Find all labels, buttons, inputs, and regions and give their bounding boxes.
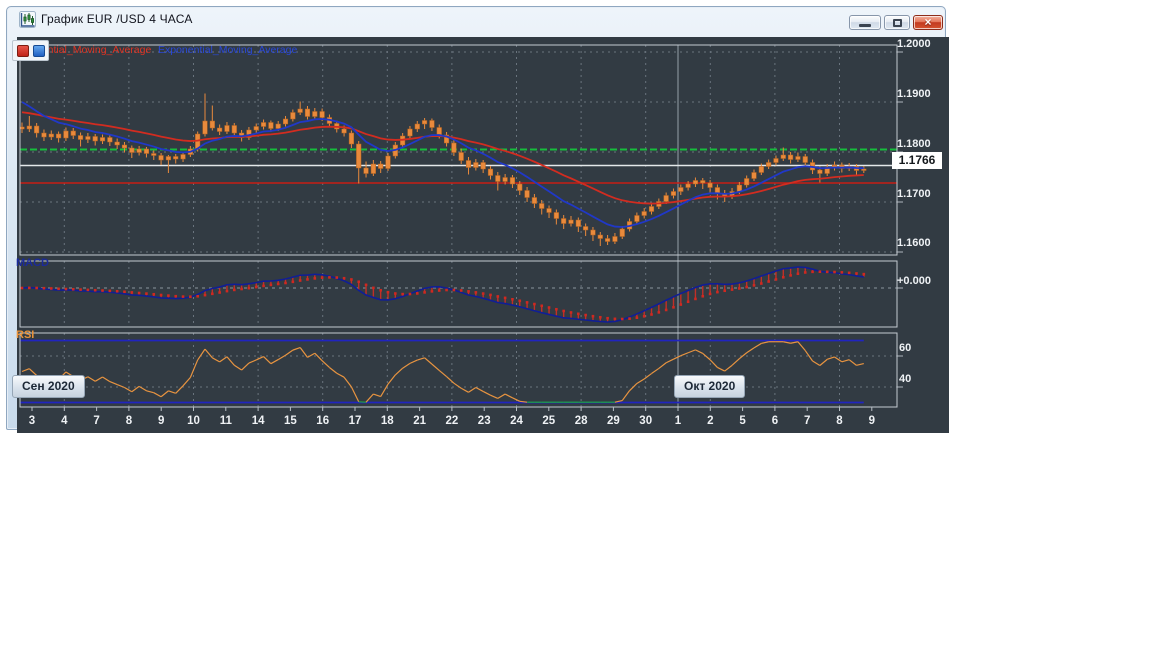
- x-tick-label: 28: [575, 415, 588, 427]
- x-tick-label: 5: [739, 415, 746, 427]
- price-tick-label: 1.2000: [897, 38, 931, 50]
- macd-line: [21, 266, 864, 323]
- x-tick-label: 7: [93, 415, 99, 427]
- x-tick-label: 29: [607, 415, 620, 427]
- legend-ema-blue-label: Exponential_Moving_Average: [158, 44, 298, 56]
- price-tick-label: 1.1700: [897, 188, 931, 200]
- x-tick-label: 30: [639, 415, 652, 427]
- price-tick-label: 1.1800: [897, 138, 931, 150]
- x-tick-label: 18: [381, 415, 394, 427]
- time-axis[interactable]: 3 4 7 8 9 10 11 14 15 16 17 18 21 22 23 24 25 28 29 30 1 2 5 6 7…: [29, 407, 875, 427]
- price-chart-svg[interactable]: 3 4 7 8 9 10 11 14 15 16 17 18 21 22 23 24 25 28 29 30 1 2 5 6 7…: [17, 37, 949, 433]
- x-tick-label: 16: [316, 415, 329, 427]
- month-button-october[interactable]: Окт 2020: [674, 375, 746, 398]
- x-tick-label: 9: [869, 415, 875, 427]
- price-tick-label: 1.1900: [897, 88, 931, 100]
- legend-swatch-blue-icon[interactable]: [33, 45, 45, 57]
- current-price-badge: 1.1766: [892, 152, 942, 169]
- x-tick-label: 22: [446, 415, 459, 427]
- x-tick-label: 6: [772, 415, 778, 427]
- minimize-button[interactable]: [849, 15, 881, 30]
- close-button[interactable]: ×: [913, 15, 943, 30]
- panel-border: [19, 332, 898, 408]
- window-title: График EUR /USD 4 ЧАСА: [41, 12, 193, 26]
- rsi-panel-label: RSI: [16, 329, 35, 341]
- ema-fast-line: [21, 101, 864, 228]
- legend-swatch-red-icon[interactable]: [17, 45, 29, 57]
- macd-histogram: [21, 267, 865, 322]
- x-tick-label: 9: [158, 415, 164, 427]
- x-tick-label: 23: [478, 415, 491, 427]
- macd-signal-dots: [20, 270, 866, 321]
- window: График EUR /USD 4 ЧАСА × 3 4 7 8 9 10 11 14 15 16…: [6, 6, 949, 433]
- x-tick-label: 1: [675, 415, 682, 427]
- x-tick-label: 8: [126, 415, 133, 427]
- x-tick-label: 8: [836, 415, 843, 427]
- minimize-icon: [859, 24, 871, 27]
- rsi-tick-40: 40: [899, 373, 912, 385]
- x-tick-label: 7: [804, 415, 810, 427]
- x-tick-label: 24: [510, 415, 523, 427]
- x-tick-label: 14: [252, 415, 265, 427]
- titlebar[interactable]: График EUR /USD 4 ЧАСА ×: [7, 7, 945, 31]
- macd-panel-label: MACD: [16, 257, 49, 269]
- month-button-september[interactable]: Сен 2020: [12, 375, 85, 398]
- x-tick-label: 3: [29, 415, 35, 427]
- x-tick-label: 10: [187, 415, 200, 427]
- chart-client-area[interactable]: 3 4 7 8 9 10 11 14 15 16 17 18 21 22 23 24 25 28 29 30 1 2 5 6 7…: [17, 37, 949, 433]
- price-tick-label: 1.1600: [897, 237, 931, 249]
- candles-layer: [19, 93, 867, 246]
- grid-layer: [20, 45, 903, 407]
- panel-border: [19, 260, 898, 328]
- x-tick-label: 15: [284, 415, 297, 427]
- maximize-button[interactable]: [884, 15, 910, 30]
- x-tick-label: 2: [707, 415, 713, 427]
- x-tick-label: 21: [413, 415, 426, 427]
- x-tick-label: 25: [542, 415, 555, 427]
- x-tick-label: 11: [220, 415, 233, 427]
- macd-zero-label: +0.000: [897, 275, 931, 287]
- legend-swatch-box[interactable]: [12, 40, 49, 61]
- x-tick-label: 4: [61, 415, 68, 427]
- rsi-tick-60: 60: [899, 342, 912, 354]
- maximize-icon: [893, 19, 902, 27]
- candlestick-chart-icon: [19, 11, 36, 28]
- x-tick-label: 17: [349, 415, 362, 427]
